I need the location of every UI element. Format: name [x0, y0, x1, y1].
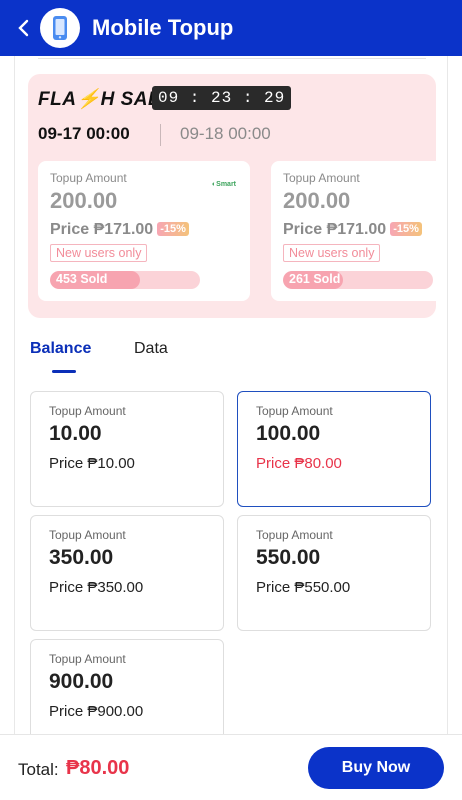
sold-progress-bar: 453 Sold: [50, 271, 200, 289]
price-text: Price ₱80.00: [256, 455, 342, 472]
topup-amount: 100.00: [256, 422, 321, 445]
buy-now-button[interactable]: Buy Now: [308, 747, 444, 789]
price-text: Price ₱350.00: [49, 579, 144, 596]
price-text: Price ₱550.00: [256, 579, 351, 596]
topup-amount-label: Topup Amount: [256, 404, 333, 418]
tab-data[interactable]: Data: [134, 340, 168, 358]
price-text: Price ₱171.00: [50, 221, 154, 238]
divider: [160, 124, 161, 146]
topup-amount-label: Topup Amount: [49, 652, 126, 666]
price-line: Price ₱171.00 -15%: [283, 221, 422, 239]
price-line: Price ₱171.00 -15%: [50, 221, 189, 239]
tab-balance[interactable]: Balance: [30, 340, 91, 358]
flash-sale-section: FLA⚡H SALE 09 : 23 : 29 09-17 00:00 09-1…: [28, 74, 436, 318]
topup-amount-label: Topup Amount: [283, 171, 360, 185]
total-value: ₱80.00: [66, 757, 130, 779]
flash-sale-card[interactable]: Topup Amount 200.00 Price ₱171.00 -15% Ne…: [271, 161, 436, 301]
topup-amount: 550.00: [256, 546, 321, 569]
new-users-tag: New users only: [283, 244, 381, 262]
phone-icon: [40, 8, 80, 48]
chevron-left-icon[interactable]: [8, 0, 38, 56]
topup-option-card[interactable]: Topup Amount 10.00 Price ₱10.00: [30, 391, 224, 507]
discount-badge: -15%: [157, 222, 189, 236]
topup-amount: 350.00: [49, 546, 114, 569]
price-text: Price ₱171.00: [283, 221, 387, 238]
topup-option-card[interactable]: Topup Amount 350.00 Price ₱350.00: [30, 515, 224, 631]
topup-option-card-selected[interactable]: Topup Amount 100.00 Price ₱80.00: [237, 391, 431, 507]
topup-amount-label: Topup Amount: [256, 528, 333, 542]
app-header: Mobile Topup: [0, 0, 462, 56]
new-users-tag: New users only: [50, 244, 148, 262]
divider: [14, 56, 15, 736]
flash-sale-card[interactable]: Topup Amount ◐Smart 200.00 Price ₱171.00…: [38, 161, 250, 301]
divider: [38, 58, 426, 59]
topup-amount: 10.00: [49, 422, 102, 445]
countdown-timer: 09 : 23 : 29: [152, 86, 292, 110]
topup-amount-label: Topup Amount: [49, 528, 126, 542]
page-title: Mobile Topup: [92, 15, 234, 40]
session-tab-active[interactable]: 09-17 00:00: [38, 124, 130, 144]
topup-amount-label: Topup Amount: [49, 404, 126, 418]
session-tab-next[interactable]: 09-18 00:00: [180, 124, 271, 144]
checkout-bar: Total: ₱80.00 Buy Now: [0, 734, 462, 800]
price-text: Price ₱10.00: [49, 455, 135, 472]
topup-amount: 200.00: [283, 188, 351, 213]
topup-amount-label: Topup Amount: [50, 171, 127, 185]
topup-amount: 900.00: [49, 670, 114, 693]
discount-badge: -15%: [390, 222, 422, 236]
topup-option-card[interactable]: Topup Amount 550.00 Price ₱550.00: [237, 515, 431, 631]
sold-progress-bar: 261 Sold: [283, 271, 433, 289]
active-tab-indicator: [52, 370, 76, 373]
total-label: Total:: [18, 760, 59, 779]
price-text: Price ₱900.00: [49, 703, 144, 720]
topup-amount: 200.00: [50, 188, 118, 213]
smart-logo: ◐Smart: [211, 181, 236, 188]
sold-count: 261 Sold: [289, 272, 341, 286]
sold-count: 453 Sold: [56, 272, 108, 286]
divider: [447, 56, 448, 736]
